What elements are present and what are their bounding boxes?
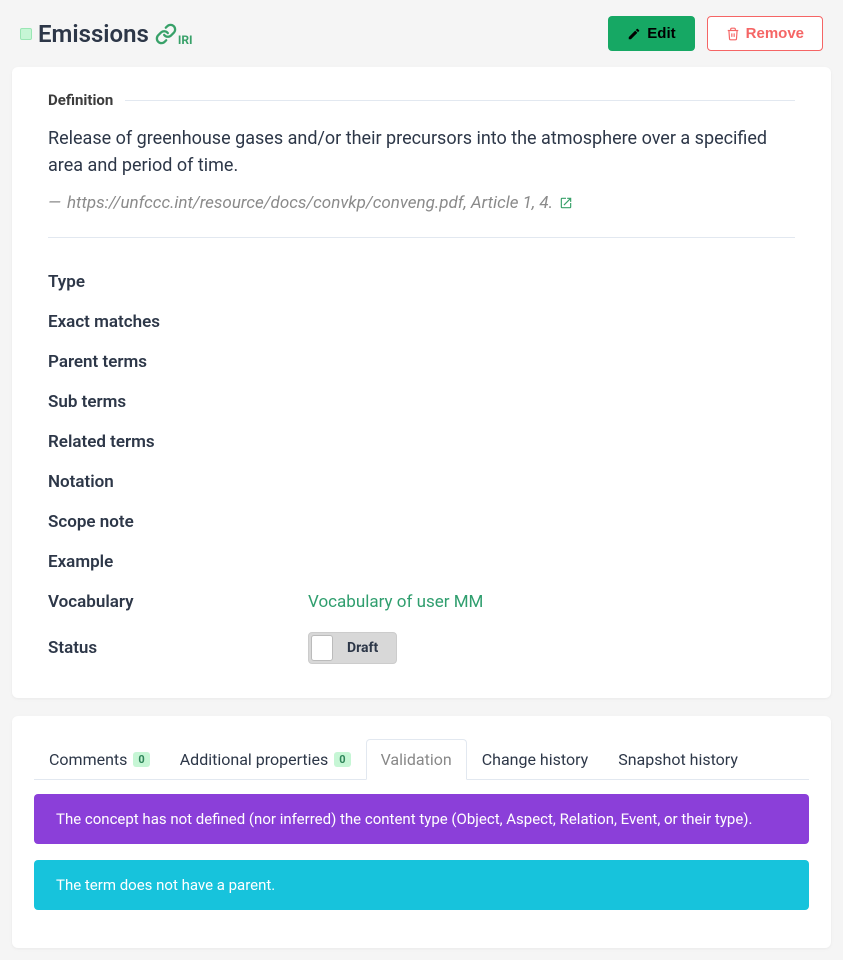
vocabulary-label: Vocabulary [48, 592, 308, 612]
additional-count-badge: 0 [334, 752, 350, 767]
type-label: Type [48, 272, 308, 292]
divider-line [125, 100, 795, 101]
definition-source: — https://unfccc.int/resource/docs/convk… [48, 193, 795, 213]
action-buttons: Edit Remove [608, 16, 823, 51]
status-dot-icon [20, 28, 32, 40]
example-label: Example [48, 552, 308, 572]
field-scope-note: Scope note [48, 502, 795, 542]
toggle-knob [311, 635, 333, 661]
remove-button[interactable]: Remove [707, 16, 823, 51]
page-title: Emissions [38, 20, 149, 48]
edit-button[interactable]: Edit [608, 16, 694, 51]
tab-snapshot-history[interactable]: Snapshot history [603, 739, 753, 780]
tab-comments[interactable]: Comments 0 [34, 739, 165, 780]
status-toggle[interactable]: Draft [308, 632, 397, 664]
field-notation: Notation [48, 462, 795, 502]
title-group: Emissions IRI [20, 20, 193, 48]
page-header: Emissions IRI Edit Remove [12, 12, 831, 67]
tab-change-history-label: Change history [482, 750, 589, 769]
field-sub-terms: Sub terms [48, 382, 795, 422]
validation-messages: The concept has not defined (nor inferre… [34, 780, 809, 910]
edit-label: Edit [647, 25, 675, 42]
trash-icon [726, 27, 740, 41]
tab-validation[interactable]: Validation [366, 739, 467, 780]
field-example: Example [48, 542, 795, 582]
validation-message-error: The concept has not defined (nor inferre… [34, 794, 809, 844]
parent-terms-label: Parent terms [48, 352, 308, 372]
validation-message-info: The term does not have a parent. [34, 860, 809, 910]
field-status: Status Draft [48, 622, 795, 674]
related-terms-label: Related terms [48, 432, 308, 452]
tabs-bar: Comments 0 Additional properties 0 Valid… [34, 738, 809, 780]
tab-snapshot-history-label: Snapshot history [618, 750, 738, 769]
field-type: Type [48, 262, 795, 302]
definition-header: Definition [48, 91, 795, 109]
details-card: Definition Release of greenhouse gases a… [12, 67, 831, 698]
field-vocabulary: Vocabulary Vocabulary of user MM [48, 582, 795, 622]
link-icon [155, 23, 177, 45]
external-link-icon [559, 196, 573, 210]
source-link[interactable]: https://unfccc.int/resource/docs/convkp/… [67, 193, 553, 213]
remove-label: Remove [746, 25, 804, 42]
iri-link[interactable]: IRI [155, 23, 193, 45]
status-value: Draft [333, 640, 394, 656]
exact-matches-label: Exact matches [48, 312, 308, 332]
sub-terms-label: Sub terms [48, 392, 308, 412]
scope-note-label: Scope note [48, 512, 308, 532]
tab-comments-label: Comments [49, 750, 127, 769]
status-field-label: Status [48, 638, 308, 658]
vocabulary-link[interactable]: Vocabulary of user MM [308, 592, 483, 612]
tab-additional-label: Additional properties [180, 750, 329, 769]
field-related-terms: Related terms [48, 422, 795, 462]
field-parent-terms: Parent terms [48, 342, 795, 382]
tab-additional-properties[interactable]: Additional properties 0 [165, 739, 366, 780]
pencil-icon [627, 27, 641, 41]
source-prefix: — [48, 193, 61, 213]
tabs-card: Comments 0 Additional properties 0 Valid… [12, 716, 831, 948]
tab-validation-label: Validation [381, 750, 452, 769]
definition-text: Release of greenhouse gases and/or their… [48, 125, 795, 179]
iri-label: IRI [178, 33, 193, 47]
notation-label: Notation [48, 472, 308, 492]
section-divider [48, 237, 795, 238]
definition-label: Definition [48, 91, 113, 109]
tab-change-history[interactable]: Change history [467, 739, 604, 780]
comments-count-badge: 0 [133, 752, 149, 767]
field-exact-matches: Exact matches [48, 302, 795, 342]
